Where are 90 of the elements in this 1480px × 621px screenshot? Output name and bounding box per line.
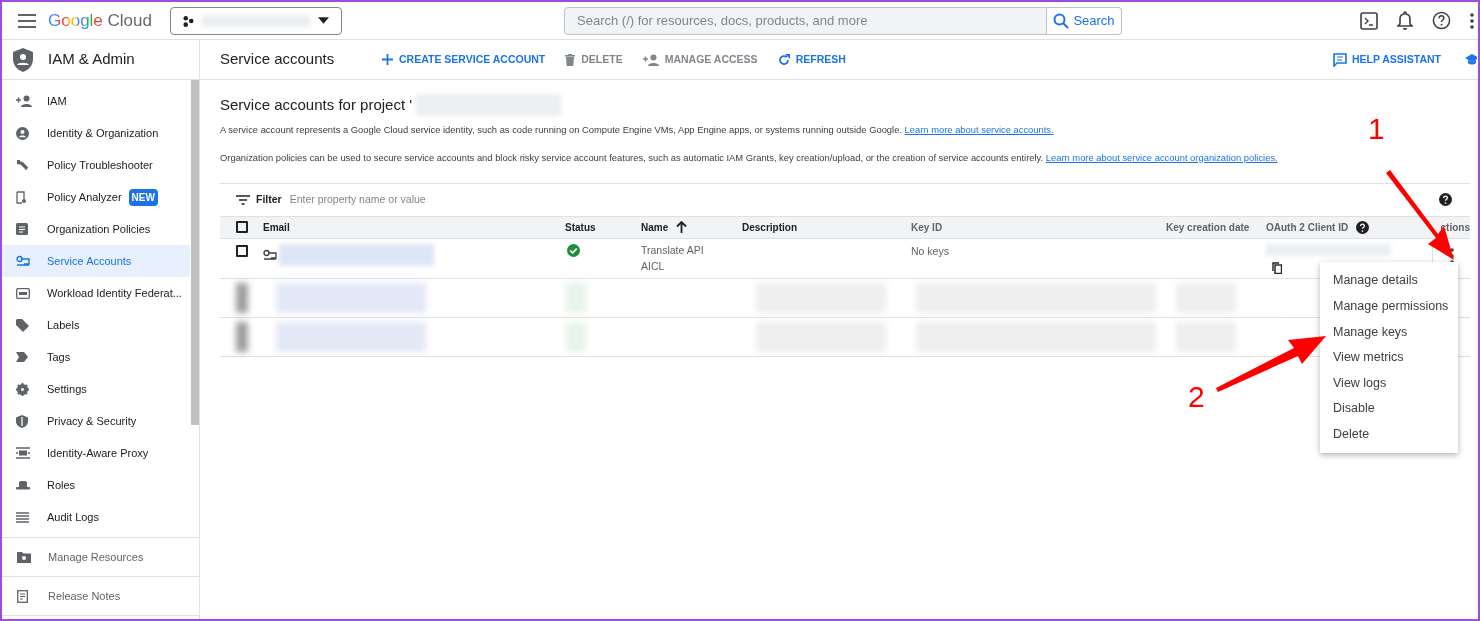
list-icon <box>16 511 29 523</box>
tag-icon <box>16 318 29 332</box>
bell-icon[interactable] <box>1397 11 1413 30</box>
sidebar-item[interactable]: IAM <box>2 85 190 117</box>
help-assistant-button[interactable]: HELP ASSISTANT <box>1332 40 1441 79</box>
sidebar-item[interactable]: Audit Logs <box>2 501 190 533</box>
gear-icon <box>16 382 29 396</box>
search-button[interactable]: Search <box>1047 6 1122 35</box>
sidebar-item[interactable]: Roles <box>2 469 190 501</box>
sidebar-item[interactable]: Settings <box>2 373 190 405</box>
description-text: Organization policies can be used to secure service accounts and block risky service account features, such as automatic IAM Grants, key creation/upload, or the creation of service accounts entirely. Learn more about service account organization policies. <box>220 150 1278 165</box>
checkbox[interactable] <box>236 221 248 234</box>
filter-icon <box>236 194 250 205</box>
table-cell-text: Translate API AICL <box>641 242 705 274</box>
filter-label: Filter <box>256 191 282 207</box>
column-header[interactable]: Key ID <box>911 219 943 235</box>
proxy-icon <box>16 447 30 459</box>
chevron-tag-icon <box>16 352 28 362</box>
learn-more-link[interactable]: Learn more about service account organization policies. <box>1045 151 1278 163</box>
menu-item[interactable]: Manage permissions <box>1320 293 1458 320</box>
checkbox[interactable] <box>236 244 248 257</box>
menu-item[interactable]: View metrics <box>1320 344 1458 371</box>
menu-item[interactable]: Manage details <box>1320 268 1458 294</box>
refresh-icon <box>777 53 790 66</box>
sidebar-link[interactable]: Manage Resources <box>2 538 199 577</box>
trash-icon <box>565 53 576 66</box>
page-title: Service accounts <box>220 49 336 70</box>
toolbar-button[interactable]: REFRESH <box>773 45 850 74</box>
menu-item[interactable]: Manage keys <box>1320 319 1458 345</box>
page-heading: Service accounts for project ' <box>220 95 413 115</box>
menu-icon[interactable] <box>18 13 36 28</box>
person-add-icon <box>642 53 659 66</box>
document-icon <box>16 223 28 235</box>
column-header[interactable]: Email <box>263 219 290 235</box>
column-header[interactable]: Description <box>742 219 797 235</box>
plus-icon <box>382 54 393 65</box>
caret-icon <box>318 17 329 24</box>
annotation-number: 2 <box>1188 382 1205 412</box>
new-badge: NEW <box>128 188 158 206</box>
column-header[interactable]: Status <box>565 219 596 235</box>
project-selector[interactable] <box>170 6 342 35</box>
sort-arrow-icon[interactable] <box>676 221 688 234</box>
table-cell-text: No keys <box>911 243 950 259</box>
search-field[interactable]: Search (/) for resources, docs, products, and more <box>564 6 1047 35</box>
toolbar-button[interactable]: CREATE SERVICE ACCOUNT <box>378 45 550 74</box>
filter-field[interactable]: Enter property name or value <box>289 191 590 208</box>
account-circle-icon <box>16 126 29 140</box>
sidebar-item[interactable]: Tags <box>2 341 190 373</box>
sidebar-item[interactable]: Privacy & Security <box>2 405 190 437</box>
notes-icon <box>17 589 29 603</box>
service-account-icon <box>16 255 30 267</box>
sidebar-item[interactable]: Policy Troubleshooter <box>2 149 190 181</box>
chat-icon <box>1332 52 1347 67</box>
column-header[interactable]: Key creation date <box>1166 219 1250 235</box>
menu-item[interactable]: View logs <box>1320 370 1458 396</box>
copy-icon[interactable] <box>1272 261 1282 274</box>
annotation-number: 1 <box>1368 114 1385 144</box>
sidebar-item[interactable]: Identity & Organization <box>2 117 190 149</box>
sidebar-item[interactable]: Identity-Aware Proxy <box>2 437 190 469</box>
hat-icon <box>16 480 30 490</box>
section-title: IAM & Admin <box>48 49 135 70</box>
column-header[interactable]: OAuth 2 Client ID <box>1266 219 1349 235</box>
description-text: A service account represents a Google Cloud service identity, such as code running on Compute Engine VMs, App Engine apps, or systems running outside Google. Learn more about service accounts. <box>220 122 1054 137</box>
search-icon <box>1053 12 1070 29</box>
document-search-icon <box>16 190 27 204</box>
shield-icon <box>16 414 28 428</box>
sidebar-item[interactable]: Policy Analyzer NEW <box>2 181 190 213</box>
help-icon[interactable] <box>1356 220 1370 234</box>
sidebar-item[interactable]: Labels <box>2 309 190 341</box>
menu-item[interactable]: Delete <box>1320 421 1458 448</box>
folder-gear-icon <box>17 551 31 563</box>
scrollbar[interactable] <box>191 80 199 425</box>
shield-person-icon <box>13 47 33 72</box>
node-icon <box>183 14 194 27</box>
wrench-icon <box>16 158 29 172</box>
sidebar-item[interactable]: Workload Identity Federat... <box>2 277 190 309</box>
terminal-icon[interactable] <box>1360 11 1378 30</box>
sidebar-item[interactable]: Organization Policies <box>2 213 190 245</box>
help-icon[interactable] <box>1432 11 1451 30</box>
sidebar-item[interactable]: Service Accounts <box>2 245 190 277</box>
sidebar-link[interactable]: Release Notes <box>2 577 199 616</box>
learn-more-link[interactable]: Learn more about service accounts. <box>904 123 1054 135</box>
more-icon[interactable] <box>1470 12 1474 29</box>
column-header[interactable]: Name <box>641 219 669 235</box>
service-account-icon <box>263 248 277 261</box>
person-add-icon <box>16 95 32 107</box>
help-icon[interactable] <box>1439 193 1452 207</box>
card-icon <box>16 287 30 299</box>
menu-item[interactable]: Disable <box>1320 395 1458 422</box>
graduation-cap-icon[interactable] <box>1465 53 1477 66</box>
